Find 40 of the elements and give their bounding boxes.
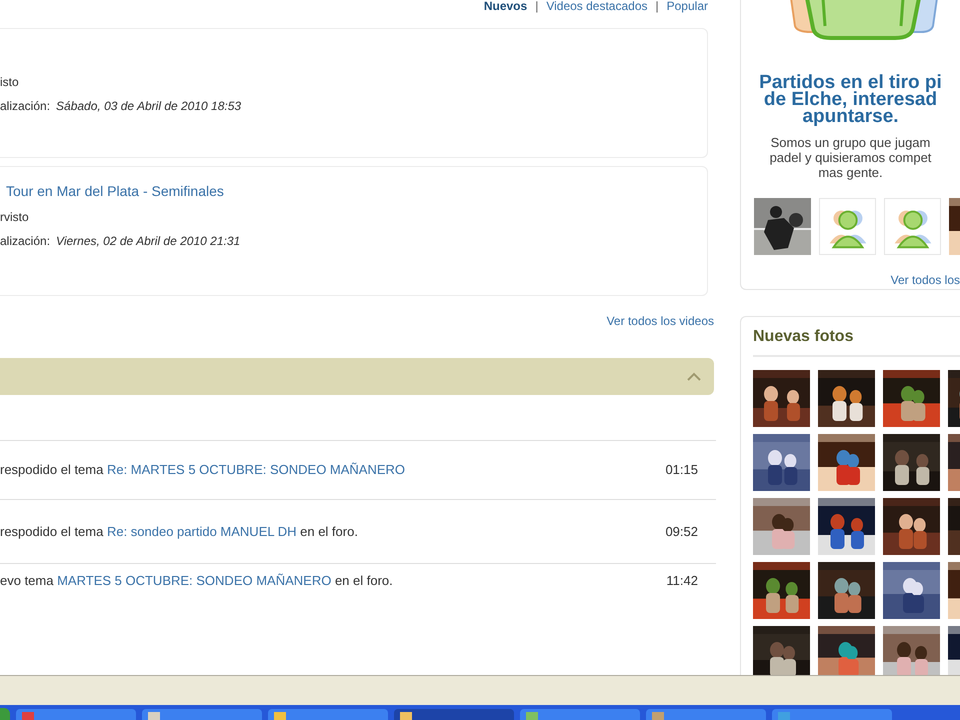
all-members-link[interactable]: Ver todos los — [890, 271, 960, 289]
window-icon — [22, 712, 34, 720]
topic-link[interactable]: Re: sondeo partido MANUEL DH — [106, 524, 297, 539]
activity-time: 11:42 — [666, 572, 698, 590]
window-icon — [400, 712, 412, 720]
video-title-link[interactable]: Tour en Mar del Plata - Semifinales — [0, 181, 224, 202]
taskbar-button[interactable] — [394, 709, 514, 720]
window-icon — [526, 712, 538, 720]
views-text: isto — [0, 74, 19, 91]
updated-date: Sábado, 03 de Abril de 2010 18:53 — [56, 98, 242, 115]
topic-link[interactable]: Re: MARTES 5 OCTUBRE: SONDEO MAÑANERO — [106, 462, 406, 477]
window-icon — [274, 712, 286, 720]
taskbar-button[interactable] — [268, 709, 388, 720]
activity-text: respodido el tema Re: sondeo partido MANUEL DH en el foro. — [0, 522, 358, 541]
people-icon — [884, 198, 941, 255]
collapse-icon[interactable] — [686, 372, 702, 382]
video-tab[interactable]: Popular — [666, 0, 708, 15]
activity-text: evo tema MARTES 5 OCTUBRE: SONDEO MAÑANERO en el foro. — [0, 572, 393, 590]
updated-label: alización: — [0, 98, 50, 115]
window-icon — [652, 712, 664, 720]
updated-label: alización: — [0, 233, 50, 250]
tab-separator: | — [535, 0, 538, 15]
activity-time: 09:52 — [665, 522, 698, 541]
photos-title: Nuevas fotos — [753, 327, 854, 347]
start-button[interactable] — [0, 708, 10, 720]
window-icon — [778, 712, 790, 720]
updated-date: Viernes, 02 de Abril de 2010 21:31 — [56, 233, 240, 250]
window-icon — [148, 712, 160, 720]
video-tab[interactable]: Nuevos — [484, 0, 528, 15]
video-tab[interactable]: Videos destacados — [546, 0, 648, 15]
topic-link[interactable]: MARTES 5 OCTUBRE: SONDEO MAÑANERO — [57, 572, 332, 588]
group-title: Partidos en el tiro pi de Elche, interesad apuntarse. — [758, 74, 943, 125]
taskbar-button[interactable] — [142, 709, 262, 720]
views-text: rvisto — [0, 209, 29, 226]
activity-time: 01:15 — [665, 461, 698, 479]
people-icon — [819, 198, 876, 255]
all-videos-link[interactable]: Ver todos los videos — [606, 312, 714, 330]
tab-separator: | — [656, 0, 659, 15]
group-description: Somos un grupo que jugam padel y quisieramos compet mas gente. — [768, 135, 932, 180]
activity-text: respodido el tema Re: MARTES 5 OCTUBRE: SONDEO MAÑANERO — [0, 461, 406, 479]
